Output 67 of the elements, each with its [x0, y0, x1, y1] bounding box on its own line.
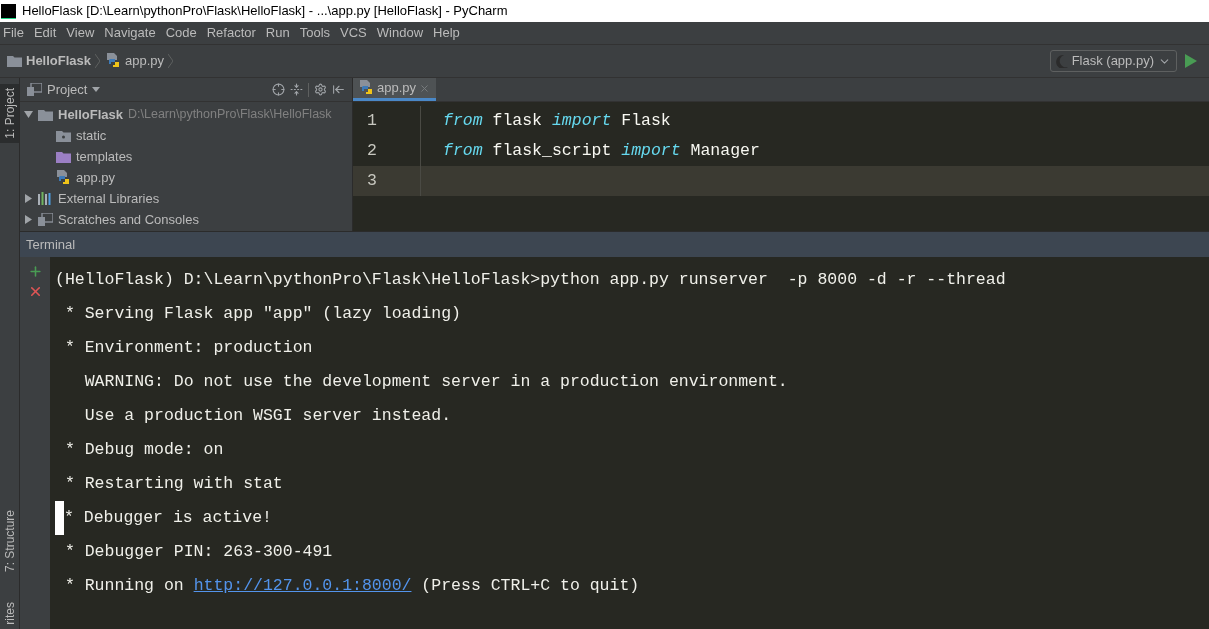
expand-arrow-icon[interactable]: [24, 110, 33, 119]
locate-icon[interactable]: [272, 83, 285, 96]
run-icon[interactable]: [1184, 54, 1198, 68]
project-path: D:\Learn\pythonPro\Flask\HelloFlask: [128, 106, 332, 124]
library-icon: [38, 192, 53, 205]
terminal-line: * Restarting with stat: [63, 472, 283, 495]
menu-item[interactable]: Run: [265, 23, 290, 43]
terminal-line: WARNING: Do not use the development server in a production environment.: [83, 370, 788, 393]
dropdown-caret-icon[interactable]: [92, 87, 101, 92]
menu-item[interactable]: Tools: [299, 23, 331, 43]
collapse-all-icon[interactable]: [290, 83, 303, 96]
tool-window-button[interactable]: rites: [0, 598, 19, 629]
tool-window-button[interactable]: 7: Structure: [0, 506, 19, 577]
terminal-line: * Serving Flask app "app" (lazy loading): [63, 302, 461, 325]
tree-item[interactable]: Scratches and Consoles: [58, 209, 199, 230]
tree-item[interactable]: static: [76, 125, 107, 146]
chevron-icon: [95, 54, 101, 68]
tree-item[interactable]: External Libraries: [58, 188, 160, 209]
terminal-line: Use a production WSGI server instead.: [83, 404, 452, 427]
new-session-icon[interactable]: [27, 264, 43, 279]
terminal-line: * Running on http://127.0.0.1:8000/ (Press CTRL+C to quit): [63, 574, 640, 597]
menu-item[interactable]: Help: [433, 23, 460, 43]
panel-title[interactable]: Project: [47, 79, 88, 100]
menu-item[interactable]: Refactor: [206, 23, 256, 43]
tree-item[interactable]: templates: [76, 146, 133, 167]
code-line: from flask_script import Manager: [443, 139, 760, 162]
python-file-icon: [56, 169, 71, 186]
panel-title: Terminal: [26, 235, 76, 254]
menu-item[interactable]: File: [3, 23, 24, 43]
folder-icon: [38, 108, 53, 121]
tool-window-button[interactable]: 1: Project: [0, 84, 19, 143]
folder-icon: [56, 129, 71, 142]
line-number: 1: [366, 109, 378, 132]
scratches-icon: [27, 83, 42, 96]
tree-item[interactable]: HelloFlask: [58, 104, 124, 125]
line-number: 3: [366, 169, 378, 192]
menu-item[interactable]: Code: [165, 23, 197, 43]
chevron-icon: [168, 54, 174, 68]
run-configuration-dropdown[interactable]: Flask (app.py): [1049, 50, 1177, 72]
settings-icon[interactable]: [314, 83, 327, 96]
code-line: from flask import Flask: [443, 109, 671, 132]
collapse-arrow-icon[interactable]: [24, 215, 33, 224]
terminal-line: * Debug mode: on: [63, 438, 224, 461]
menu-item[interactable]: Edit: [33, 23, 57, 43]
url-link[interactable]: http://127.0.0.1:8000/: [193, 575, 412, 595]
editor-tab[interactable]: app.py: [353, 78, 437, 101]
terminal-line: * Environment: production: [63, 336, 313, 359]
python-file-icon: [106, 53, 122, 69]
terminal-line: (HelloFlask) D:\Learn\pythonPro\Flask\HelloFlask>python app.py runserver -p 8000 -d -r --thread: [55, 268, 1006, 291]
collapse-arrow-icon[interactable]: [24, 194, 33, 203]
menu-item[interactable]: Navigate: [104, 23, 156, 43]
terminal-line: * Debugger PIN: 263-300-491: [63, 540, 333, 563]
app-logo-icon: [1, 3, 16, 19]
window-title: HelloFlask [D:\Learn\pythonPro\Flask\HelloFlask] - ...\app.py [HelloFlask] - PyCharm: [22, 2, 508, 21]
scratches-icon: [38, 213, 53, 226]
tree-item[interactable]: app.py: [76, 167, 116, 188]
terminal-line: * Debugger is active!: [64, 506, 272, 529]
breadcrumb-item[interactable]: app.py: [125, 51, 165, 71]
menu-item[interactable]: Window: [376, 23, 424, 43]
folder-icon: [7, 55, 22, 67]
folder-icon: [56, 150, 71, 163]
line-number: 2: [366, 139, 378, 162]
menu-item[interactable]: View: [66, 23, 95, 43]
menu-item[interactable]: VCS: [340, 23, 367, 43]
hide-panel-icon[interactable]: [332, 83, 345, 96]
breadcrumb-item[interactable]: HelloFlask: [26, 51, 92, 71]
python-file-icon: [359, 80, 374, 96]
